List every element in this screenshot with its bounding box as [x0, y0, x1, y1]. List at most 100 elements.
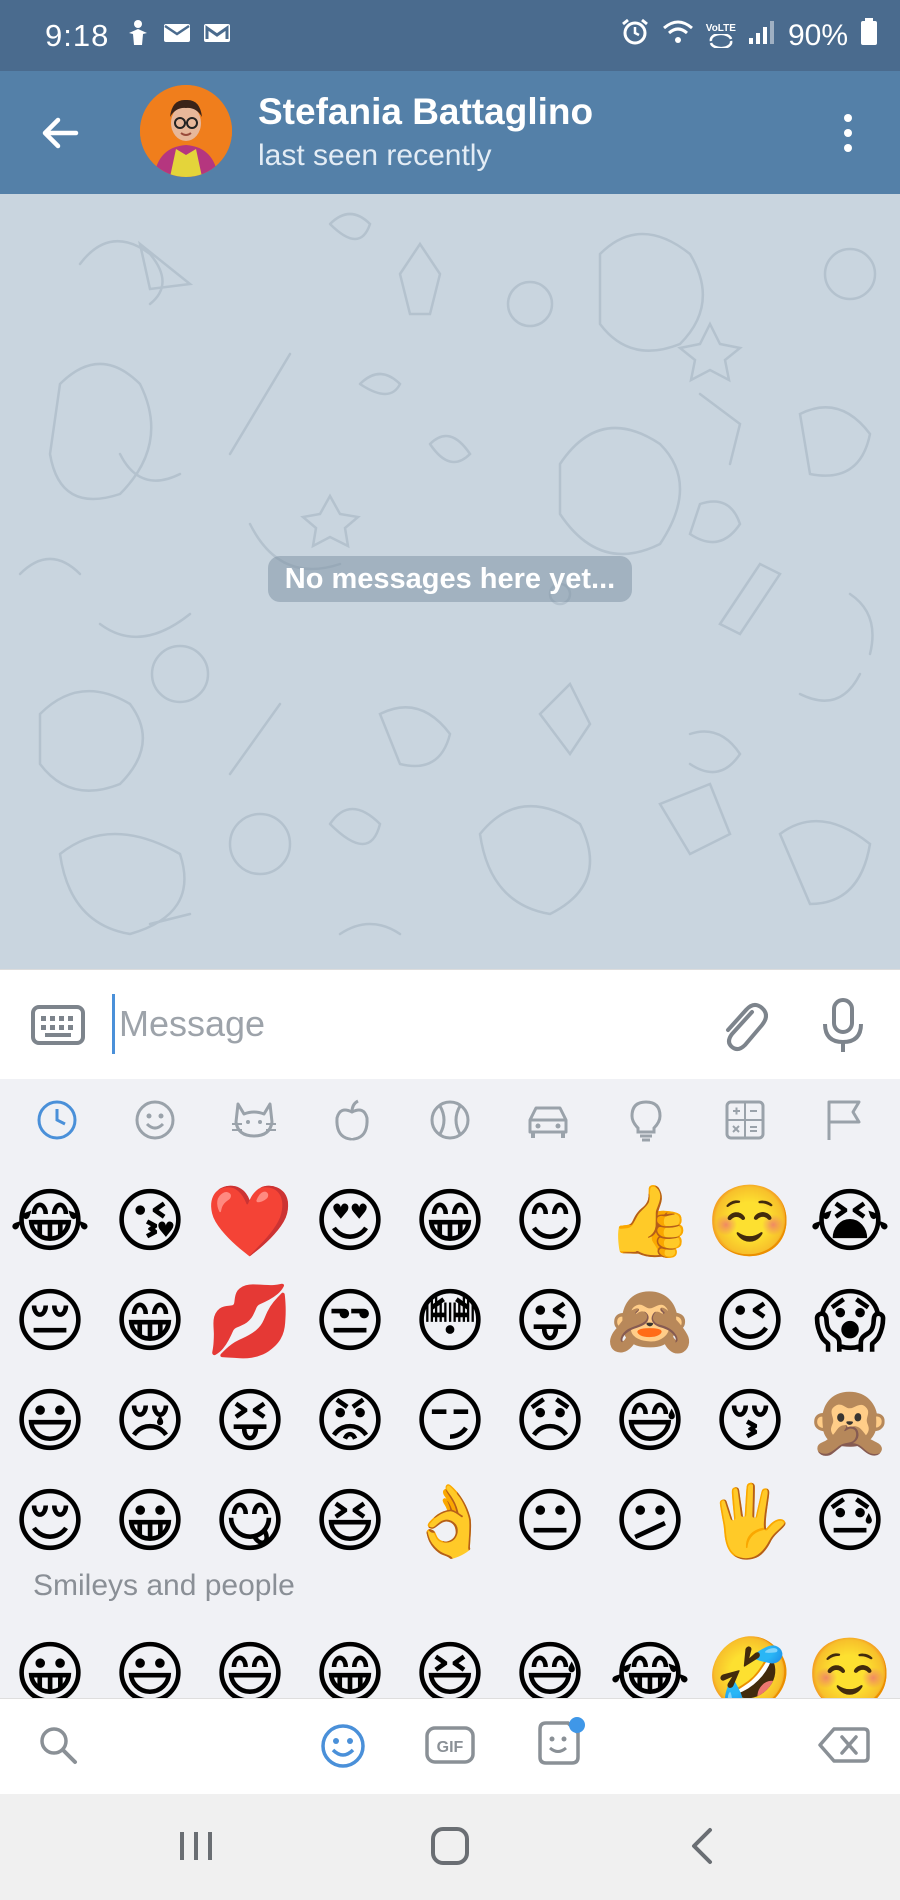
emoji[interactable]: 😜: [500, 1271, 600, 1371]
smiley-icon: [321, 1724, 365, 1768]
emoji[interactable]: 😆: [400, 1624, 500, 1698]
contact-status: last seen recently: [258, 139, 492, 172]
tab-animals[interactable]: [224, 1090, 284, 1150]
back-nav-button[interactable]: [682, 1824, 722, 1873]
back-button[interactable]: [38, 111, 82, 155]
emoji[interactable]: 😅: [500, 1624, 600, 1698]
emoji[interactable]: 😍: [300, 1171, 400, 1271]
message-input-bar: [0, 969, 900, 1079]
car-icon: [528, 1106, 568, 1138]
ball-icon: [430, 1100, 470, 1140]
emoji[interactable]: 😂: [0, 1171, 100, 1271]
home-button[interactable]: [428, 1824, 472, 1873]
recent-apps-button[interactable]: [176, 1824, 216, 1873]
emoji[interactable]: 😞: [500, 1371, 600, 1471]
emoji[interactable]: ❤️: [200, 1171, 300, 1271]
emoji-row: 😌 😀 😋 😆 👌 😐 😕 🖐️ 😓: [0, 1471, 900, 1571]
emoji[interactable]: 😄: [200, 1624, 300, 1698]
contact-name[interactable]: Stefania Battaglino: [258, 91, 593, 133]
volte-label: VoLTE: [705, 22, 736, 34]
emoji[interactable]: 😊: [500, 1171, 600, 1271]
attach-button[interactable]: [718, 998, 768, 1059]
section-title: Smileys and people: [33, 1569, 295, 1602]
cat-icon: [231, 1102, 276, 1138]
emoji[interactable]: 😉: [700, 1271, 800, 1371]
emoji-panel: 😂 😘 ❤️ 😍 😁 😊 👍 ☺️ 😭 😔 😁 💋 😒 😳 😜 🙈 😉 😱 😃 😢 😝 😡 😏 😞 😅 😚 🙊 😌 😀 😋 😆 👌 😐 😕 🖐…: [0, 1079, 900, 1698]
emoji-tab-button[interactable]: [318, 1721, 368, 1776]
gif-icon: GIF: [425, 1726, 475, 1764]
tab-activity[interactable]: [420, 1090, 480, 1150]
battery-percent: 90%: [787, 18, 848, 52]
emoji[interactable]: 🤣: [700, 1624, 800, 1698]
emoji[interactable]: 😆: [300, 1471, 400, 1571]
search-icon: [40, 1727, 77, 1764]
backspace-icon: [818, 1727, 870, 1763]
emoji[interactable]: 😏: [400, 1371, 500, 1471]
tab-flags[interactable]: [813, 1090, 873, 1150]
emoji[interactable]: 😡: [300, 1371, 400, 1471]
paperclip-icon: [726, 1003, 768, 1052]
svg-text:GIF: GIF: [437, 1739, 464, 1756]
keyboard-toggle-button[interactable]: [30, 1004, 86, 1051]
emoji[interactable]: 😚: [700, 1371, 800, 1471]
emoji[interactable]: 😔: [0, 1271, 100, 1371]
emoji[interactable]: 😀: [100, 1471, 200, 1571]
emoji[interactable]: 🙈: [600, 1271, 700, 1371]
calculator-icon: [725, 1100, 765, 1140]
emoji[interactable]: 😱: [800, 1271, 900, 1371]
emoji[interactable]: 😝: [200, 1371, 300, 1471]
emoji[interactable]: ☺️: [700, 1171, 800, 1271]
emoji[interactable]: 😭: [800, 1171, 900, 1271]
voice-message-button[interactable]: [820, 998, 866, 1059]
emoji[interactable]: 😐: [500, 1471, 600, 1571]
emoji[interactable]: 😕: [600, 1471, 700, 1571]
emoji[interactable]: 😁: [400, 1171, 500, 1271]
emoji[interactable]: 😃: [0, 1371, 100, 1471]
tab-travel[interactable]: [518, 1090, 578, 1150]
emoji-row: 😃 😢 😝 😡 😏 😞 😅 😚 🙊: [0, 1371, 900, 1471]
emoji[interactable]: 😌: [0, 1471, 100, 1571]
tab-symbols[interactable]: [715, 1090, 775, 1150]
emoji[interactable]: 😂: [600, 1624, 700, 1698]
battery-icon: [860, 17, 878, 54]
backspace-button[interactable]: [818, 1723, 870, 1772]
emoji[interactable]: 😃: [100, 1624, 200, 1698]
emoji[interactable]: 😋: [200, 1471, 300, 1571]
chat-area: No messages here yet...: [0, 194, 900, 969]
flag-icon: [827, 1100, 861, 1140]
emoji[interactable]: 😓: [800, 1471, 900, 1571]
emoji[interactable]: ☺️: [800, 1624, 900, 1698]
more-options-button[interactable]: [830, 111, 866, 155]
tab-food[interactable]: [322, 1090, 382, 1150]
chevron-left-icon: [692, 1828, 712, 1864]
emoji[interactable]: 😅: [600, 1371, 700, 1471]
emoji[interactable]: 🖐️: [700, 1471, 800, 1571]
arrow-left-icon: [42, 117, 79, 149]
avatar[interactable]: [140, 85, 232, 177]
emoji[interactable]: 🙊: [800, 1371, 900, 1471]
emoji[interactable]: 💋: [200, 1271, 300, 1371]
emoji-search-button[interactable]: [36, 1723, 80, 1772]
emoji[interactable]: 😁: [300, 1624, 400, 1698]
emoji[interactable]: 😀: [0, 1624, 100, 1698]
emoji[interactable]: 😘: [100, 1171, 200, 1271]
emoji[interactable]: 😳: [400, 1271, 500, 1371]
keyboard-icon: [31, 1005, 85, 1045]
emoji[interactable]: 😒: [300, 1271, 400, 1371]
emoji[interactable]: 👍: [600, 1171, 700, 1271]
message-input[interactable]: [112, 994, 692, 1054]
status-bar: 9:18 VoLTE 90%: [0, 0, 900, 71]
emoji[interactable]: 😢: [100, 1371, 200, 1471]
tab-recent[interactable]: [27, 1090, 87, 1150]
sticker-tab-button[interactable]: [532, 1715, 588, 1776]
emoji[interactable]: 👌: [400, 1471, 500, 1571]
emoji[interactable]: 😁: [100, 1271, 200, 1371]
tab-smileys[interactable]: [125, 1090, 185, 1150]
system-navigation-bar: [0, 1794, 900, 1900]
tab-objects[interactable]: [616, 1090, 676, 1150]
recent-emoji-grid: 😂 😘 ❤️ 😍 😁 😊 👍 ☺️ 😭 😔 😁 💋 😒 😳 😜 🙈 😉 😱 😃 😢 😝 😡 😏 😞 😅 😚 🙊 😌 😀 😋 😆 👌 😐 😕 🖐…: [0, 1171, 900, 1571]
gif-tab-button[interactable]: GIF: [424, 1723, 476, 1772]
kebab-menu-icon: [844, 114, 852, 152]
volte-icon: VoLTE: [705, 22, 736, 48]
smileys-emoji-grid: 😀 😃 😄 😁 😆 😅 😂 🤣 ☺️: [0, 1624, 900, 1698]
